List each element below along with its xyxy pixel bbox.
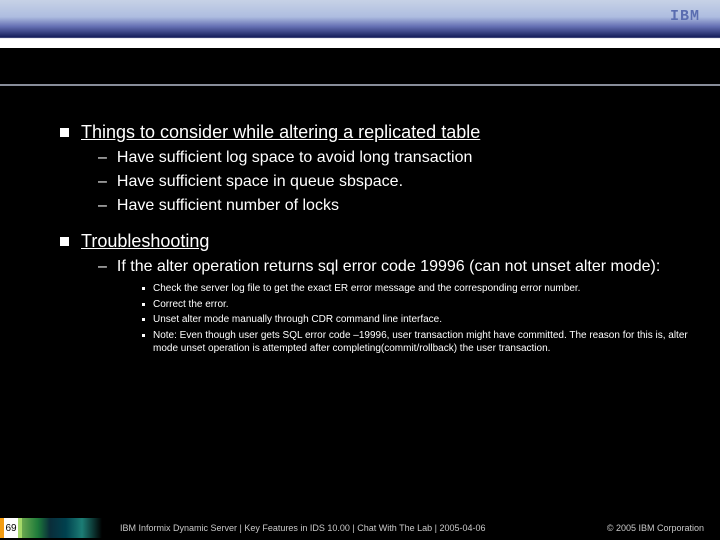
sub-list-item-text: Correct the error. (153, 298, 229, 312)
bullet-square-icon (60, 128, 69, 137)
bullet-square-icon (60, 237, 69, 246)
slide-title: ER Enhancements: Alter table/fragment su… (14, 52, 538, 79)
bullet-dot-icon (142, 303, 145, 306)
list-item: – Have sufficient number of locks (98, 197, 700, 215)
footer: 69 IBM Informix Dynamic Server | Key Fea… (0, 516, 720, 540)
bullet-dot-icon (142, 318, 145, 321)
list-item: – Have sufficient space in queue sbspace… (98, 173, 700, 191)
section-heading-text: Troubleshooting (81, 231, 209, 252)
sub-list-item: Correct the error. (142, 298, 700, 312)
slide-content: Things to consider while altering a repl… (0, 100, 720, 506)
dash-icon: – (98, 173, 107, 191)
page-number: 69 (0, 518, 22, 538)
sub-list-item: Note: Even though user gets SQL error co… (142, 329, 700, 356)
title-divider (0, 84, 720, 86)
list-item-text: Have sufficient space in queue sbspace. (117, 173, 403, 191)
list-item-text: Have sufficient log space to avoid long … (117, 149, 472, 167)
bullet-dot-icon (142, 334, 145, 337)
dash-icon: – (98, 258, 107, 276)
footer-left-text: IBM Informix Dynamic Server | Key Featur… (120, 523, 607, 533)
ibm-logo: IBM (670, 8, 700, 25)
section-heading-consider: Things to consider while altering a repl… (60, 122, 700, 143)
footer-copyright: © 2005 IBM Corporation (607, 523, 704, 533)
section-heading-troubleshooting: Troubleshooting (60, 231, 700, 252)
sub-list-item: Unset alter mode manually through CDR co… (142, 313, 700, 327)
section-heading-text: Things to consider while altering a repl… (81, 122, 480, 143)
list-item-text: Have sufficient number of locks (117, 197, 339, 215)
dash-icon: – (98, 149, 107, 167)
list-item-text: If the alter operation returns sql error… (117, 258, 660, 276)
sub-list-item: Check the server log file to get the exa… (142, 282, 700, 296)
sub-list-item-text: Unset alter mode manually through CDR co… (153, 313, 442, 327)
footer-gradient (22, 518, 102, 538)
sub-list-item-text: Check the server log file to get the exa… (153, 282, 580, 296)
list-item: – If the alter operation returns sql err… (98, 258, 700, 276)
header-band: IBM (0, 0, 720, 48)
ibm-logo-text: IBM (670, 8, 700, 25)
bullet-dot-icon (142, 287, 145, 290)
sub-list-item-text: Note: Even though user gets SQL error co… (153, 329, 700, 356)
dash-icon: – (98, 197, 107, 215)
slide: IBM ER Enhancements: Alter table/fragmen… (0, 0, 720, 540)
sub-list: Check the server log file to get the exa… (142, 282, 700, 356)
list-item: – Have sufficient log space to avoid lon… (98, 149, 700, 167)
